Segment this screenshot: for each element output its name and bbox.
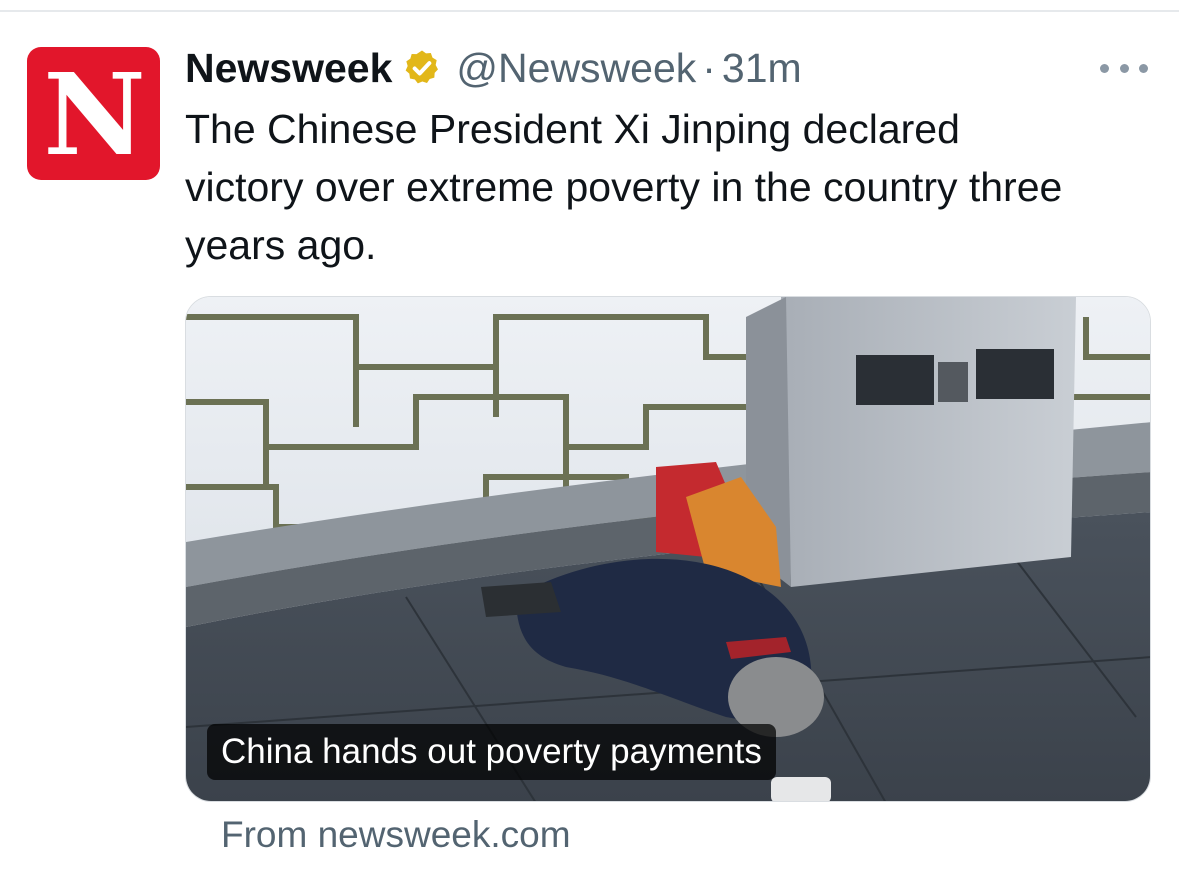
- more-options-icon[interactable]: [1100, 58, 1148, 78]
- avatar-letter: N: [43, 49, 145, 181]
- avatar[interactable]: N: [27, 47, 160, 180]
- verified-badge-icon[interactable]: [402, 48, 442, 88]
- divider: [0, 10, 1179, 12]
- timestamp[interactable]: 31m: [722, 45, 802, 92]
- tweet-text: The Chinese President Xi Jinping declare…: [185, 106, 1063, 268]
- card-headline[interactable]: China hands out poverty payments: [207, 724, 776, 780]
- tweet-view: N Newsweek @Newsweek · 31m The Chinese P…: [0, 0, 1179, 870]
- separator: ·: [702, 44, 716, 91]
- display-name[interactable]: Newsweek: [185, 45, 392, 92]
- handle[interactable]: @Newsweek: [456, 45, 696, 92]
- card-source[interactable]: From newsweek.com: [221, 814, 571, 856]
- tweet-header: Newsweek @Newsweek · 31m: [185, 42, 802, 94]
